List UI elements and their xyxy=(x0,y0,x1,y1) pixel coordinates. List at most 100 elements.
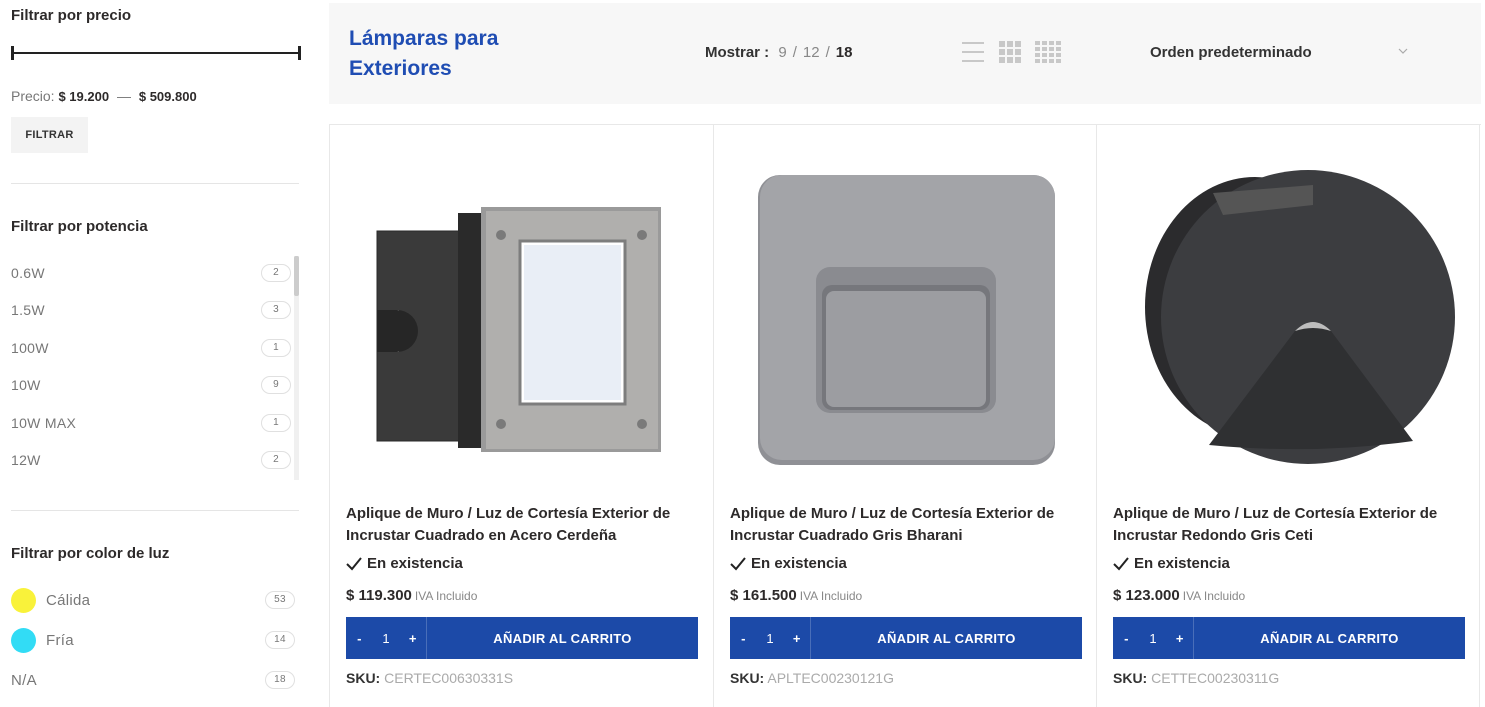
stock-label: En existencia xyxy=(367,555,463,572)
color-item-calida[interactable]: Cálida 53 xyxy=(11,580,295,620)
price-value: $ 119.300 xyxy=(346,587,412,604)
per-page-option-18[interactable]: 18 xyxy=(836,44,853,61)
price-value: $ 161.500 xyxy=(730,587,797,604)
per-page-option-9[interactable]: 9 xyxy=(778,44,786,61)
price-dash: — xyxy=(116,88,131,104)
price-range-readout: Precio: $ 19.200 — $ 509.800 xyxy=(11,88,197,104)
sku-value: APLTEC00230121G xyxy=(767,670,894,686)
stock-status: En existencia xyxy=(1113,555,1230,572)
product-title[interactable]: Aplique de Muro / Luz de Cortesía Exteri… xyxy=(1113,503,1468,547)
grid-3-view-icon[interactable] xyxy=(999,41,1021,68)
divider xyxy=(11,183,299,184)
power-item-label: 10W MAX xyxy=(11,414,77,431)
qty-plus-button[interactable]: + xyxy=(783,631,810,646)
count-badge: 2 xyxy=(261,263,291,282)
product-card: Aplique de Muro / Luz de Cortesía Exteri… xyxy=(329,125,713,707)
qty-minus-button[interactable]: - xyxy=(1113,631,1140,646)
power-list-scrollbar-thumb[interactable] xyxy=(294,256,299,296)
filter-button[interactable]: FILTRAR xyxy=(11,117,88,153)
add-to-cart-button[interactable]: AÑADIR AL CARRITO xyxy=(1194,631,1465,646)
sku-label: SKU: xyxy=(730,670,765,686)
power-item-label: 10W xyxy=(11,377,41,394)
stock-status: En existencia xyxy=(730,555,847,572)
power-filter-list: 0.6W 2 1.5W 3 100W 1 10W 9 10W MAX 1 12W 2 xyxy=(11,254,291,479)
cold-color-swatch xyxy=(11,627,36,653)
slider-max-handle[interactable] xyxy=(298,46,301,60)
count-badge: 53 xyxy=(265,591,295,609)
product-price: $ 123.000 IVA Incluido xyxy=(1113,587,1245,605)
warm-color-swatch xyxy=(11,587,36,613)
qty-input[interactable]: 1 xyxy=(373,631,400,646)
stock-label: En existencia xyxy=(751,555,847,572)
sku-value: CERTEC00630331S xyxy=(384,670,514,686)
count-badge: 1 xyxy=(261,338,291,357)
power-item-10w-max[interactable]: 10W MAX 1 xyxy=(11,404,291,442)
power-item-label: 100W xyxy=(11,339,49,356)
qty-minus-button[interactable]: - xyxy=(346,631,373,646)
product-grid: Aplique de Muro / Luz de Cortesía Exteri… xyxy=(329,124,1481,707)
view-switcher xyxy=(961,41,1061,68)
qty-minus-button[interactable]: - xyxy=(730,631,757,646)
check-icon xyxy=(346,556,362,570)
color-item-fria[interactable]: Fría 14 xyxy=(11,620,295,660)
product-title[interactable]: Aplique de Muro / Luz de Cortesía Exteri… xyxy=(346,503,701,547)
quantity-stepper: - 1 + xyxy=(730,617,811,659)
price-label: Precio: xyxy=(11,88,55,104)
slider-min-handle[interactable] xyxy=(11,46,14,60)
power-item-0-6w[interactable]: 0.6W 2 xyxy=(11,254,291,292)
color-item-label: N/A xyxy=(11,671,37,689)
qty-plus-button[interactable]: + xyxy=(1166,631,1193,646)
price-min: $ 19.200 xyxy=(58,89,110,104)
price-filter-title: Filtrar por precio xyxy=(11,7,132,24)
quantity-stepper: - 1 + xyxy=(1113,617,1194,659)
count-badge: 18 xyxy=(265,671,295,689)
power-item-label: 12W xyxy=(11,452,41,469)
add-to-cart-bar: - 1 + AÑADIR AL CARRITO xyxy=(1113,617,1465,659)
slider-track xyxy=(11,52,301,54)
sku-value: CETTEC00230311G xyxy=(1151,670,1280,686)
tax-note: IVA Incluido xyxy=(799,589,863,603)
power-item-12w[interactable]: 12W 2 xyxy=(11,442,291,480)
stock-label: En existencia xyxy=(1134,555,1230,572)
product-title[interactable]: Aplique de Muro / Luz de Cortesía Exteri… xyxy=(730,503,1085,547)
power-item-10w[interactable]: 10W 9 xyxy=(11,367,291,405)
qty-plus-button[interactable]: + xyxy=(399,631,426,646)
page-title: Lámparas para Exteriores xyxy=(349,27,499,80)
power-item-100w[interactable]: 100W 1 xyxy=(11,329,291,367)
tax-note: IVA Incluido xyxy=(1182,589,1246,603)
qty-input[interactable]: 1 xyxy=(1140,631,1167,646)
color-item-na[interactable]: N/A 18 xyxy=(11,660,295,700)
add-to-cart-button[interactable]: AÑADIR AL CARRITO xyxy=(811,631,1082,646)
qty-input[interactable]: 1 xyxy=(757,631,784,646)
per-page-option-12[interactable]: 12 xyxy=(803,44,820,61)
list-view-icon[interactable] xyxy=(961,41,985,68)
per-page-label: Mostrar : xyxy=(705,44,770,61)
price-range-slider[interactable] xyxy=(11,46,301,60)
quantity-stepper: - 1 + xyxy=(346,617,427,659)
product-price: $ 161.500 IVA Incluido xyxy=(730,587,862,605)
count-badge: 9 xyxy=(261,376,291,395)
add-to-cart-bar: - 1 + AÑADIR AL CARRITO xyxy=(346,617,698,659)
add-to-cart-button[interactable]: AÑADIR AL CARRITO xyxy=(427,631,698,646)
sort-order-select[interactable]: Orden predeterminado xyxy=(1150,44,1312,61)
sku-label: SKU: xyxy=(1113,670,1148,686)
color-filter-list: Cálida 53 Fría 14 N/A 18 xyxy=(11,580,295,700)
divider xyxy=(11,510,299,511)
product-card: Aplique de Muro / Luz de Cortesía Exteri… xyxy=(1096,125,1480,707)
product-price: $ 119.300 IVA Incluido xyxy=(346,587,477,605)
product-sku: SKU: CERTEC00630331S xyxy=(346,670,513,686)
chevron-down-icon[interactable] xyxy=(1398,46,1408,56)
product-card: Aplique de Muro / Luz de Cortesía Exteri… xyxy=(713,125,1097,707)
price-max: $ 509.800 xyxy=(138,89,197,104)
product-image[interactable] xyxy=(730,145,1082,490)
color-item-label: Cálida xyxy=(46,591,91,609)
price-value: $ 123.000 xyxy=(1113,587,1180,604)
product-image[interactable] xyxy=(346,145,698,490)
power-item-1-5w[interactable]: 1.5W 3 xyxy=(11,292,291,330)
product-image[interactable] xyxy=(1113,145,1465,490)
count-badge: 14 xyxy=(265,631,295,649)
check-icon xyxy=(730,556,746,570)
stock-status: En existencia xyxy=(346,555,463,572)
power-item-label: 0.6W xyxy=(11,264,45,281)
grid-4-view-icon[interactable] xyxy=(1035,41,1061,68)
